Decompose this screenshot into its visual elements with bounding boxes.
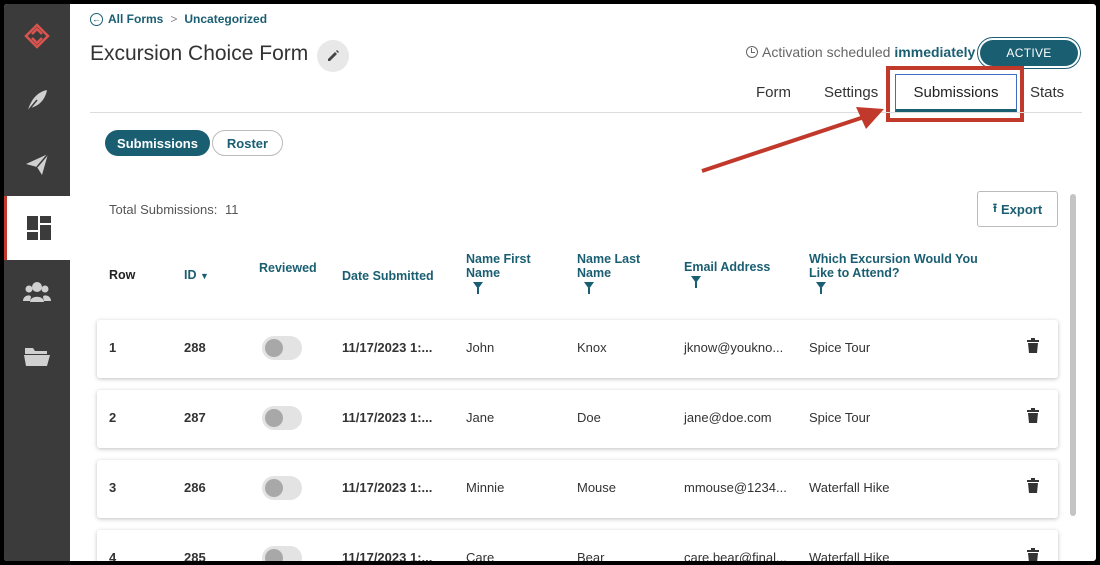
column-header-row: Row (109, 268, 136, 282)
table-row[interactable]: 4 285 11/17/2023 1:... Care Bear care.be… (97, 530, 1058, 561)
row-id: 288 (184, 340, 206, 355)
total-value: 11 (225, 202, 239, 217)
back-arrow-icon[interactable]: ← (90, 12, 103, 26)
row-excursion: Spice Tour (809, 340, 871, 355)
feather-icon[interactable] (4, 68, 70, 132)
row-number: 4 (109, 550, 117, 561)
row-id: 285 (184, 550, 206, 561)
active-status-toggle[interactable]: ACTIVE (977, 37, 1081, 69)
column-header-id[interactable]: ID ▼ (184, 268, 209, 283)
row-date: 11/17/2023 1:... (342, 410, 433, 425)
table-row[interactable]: 1 288 11/17/2023 1:... John Knox jknow@y… (97, 320, 1058, 378)
breadcrumb-current[interactable]: Uncategorized (184, 12, 267, 26)
dashboard-icon[interactable] (4, 196, 70, 260)
breadcrumb-all-forms[interactable]: All Forms (108, 12, 163, 26)
breadcrumb-separator: > (170, 12, 178, 26)
users-icon[interactable] (4, 260, 70, 324)
table-scrollbar[interactable] (1068, 190, 1078, 561)
export-label: Export (1001, 201, 1043, 217)
row-number: 1 (109, 340, 117, 355)
edit-title-button[interactable] (317, 40, 349, 72)
app-window: ← All Forms > Uncategorized Excursion Ch… (4, 4, 1096, 561)
row-id: 287 (184, 410, 206, 425)
row-email: jane@doe.com (684, 410, 772, 425)
row-date: 11/17/2023 1:... (342, 340, 433, 355)
column-header-name-last[interactable]: Name Last Name (577, 252, 667, 294)
table-row[interactable]: 3 286 11/17/2023 1:... Minnie Mouse mmou… (97, 460, 1058, 518)
row-email: mmouse@1234... (684, 480, 787, 495)
row-excursion: Spice Tour (809, 410, 871, 425)
table-row[interactable]: 2 287 11/17/2023 1:... Jane Doe jane@doe… (97, 390, 1058, 448)
row-number: 2 (109, 410, 117, 425)
tab-stats[interactable]: Stats (1030, 84, 1064, 101)
reviewed-toggle[interactable] (262, 406, 302, 430)
row-excursion: Waterfall Hike (809, 550, 890, 561)
column-header-name-last-label: Name Last Name (577, 252, 641, 280)
export-button[interactable]: ⭱ Export (977, 191, 1058, 227)
row-last-name: Doe (577, 410, 601, 425)
trash-icon[interactable] (1026, 478, 1040, 494)
column-header-name-first-label: Name First Name (466, 252, 531, 280)
row-date: 11/17/2023 1:... (342, 480, 433, 495)
trash-icon[interactable] (1026, 338, 1040, 354)
folder-icon[interactable] (4, 324, 70, 388)
column-header-excursion-label: Which Excursion Would You Like to Attend… (809, 252, 978, 280)
pencil-icon (328, 50, 339, 61)
roster-view-button[interactable]: Roster (212, 130, 283, 156)
activation-value[interactable]: immediately (894, 44, 975, 60)
total-submissions: Total Submissions: 11 (109, 202, 239, 217)
logo-icon[interactable] (4, 4, 70, 68)
column-header-id-label: ID (184, 268, 197, 282)
reviewed-toggle[interactable] (262, 336, 302, 360)
trash-icon[interactable] (1026, 548, 1040, 561)
row-first-name: John (466, 340, 495, 355)
filter-icon[interactable] (584, 282, 594, 294)
row-date: 11/17/2023 1:... (342, 550, 433, 561)
clock-icon (746, 46, 758, 58)
reviewed-toggle[interactable] (262, 476, 302, 500)
breadcrumb: ← All Forms > Uncategorized (90, 12, 267, 26)
row-last-name: Mouse (577, 480, 617, 495)
row-excursion: Waterfall Hike (809, 480, 890, 495)
total-label: Total Submissions: (109, 202, 218, 217)
trash-icon[interactable] (1026, 408, 1040, 424)
send-icon[interactable] (4, 132, 70, 196)
activation-label: Activation scheduled (762, 44, 891, 60)
row-last-name: Bear (577, 550, 605, 561)
row-first-name: Minnie (466, 480, 505, 495)
annotation-arrow (701, 107, 884, 173)
column-header-date-submitted[interactable]: Date Submitted (342, 269, 434, 283)
column-header-name-first[interactable]: Name First Name (466, 252, 556, 294)
column-header-email-label: Email Address (684, 260, 771, 274)
column-header-excursion[interactable]: Which Excursion Would You Like to Attend… (809, 252, 989, 294)
row-id: 286 (184, 480, 206, 495)
tab-highlight-annotation (886, 66, 1024, 122)
header-divider (90, 112, 1082, 113)
column-header-reviewed[interactable]: Reviewed (259, 261, 317, 275)
row-first-name: Care (466, 550, 495, 561)
active-status-label: ACTIVE (980, 40, 1078, 66)
submissions-view-button[interactable]: Submissions (105, 130, 210, 156)
reviewed-toggle[interactable] (262, 546, 302, 561)
row-number: 3 (109, 480, 117, 495)
filter-icon[interactable] (691, 276, 701, 288)
row-email: care.bear@final... (684, 550, 787, 561)
view-toggle: Submissions Roster (105, 130, 283, 156)
page-title: Excursion Choice Form (90, 42, 309, 65)
export-icon: ⭱ (992, 200, 998, 215)
column-header-email[interactable]: Email Address (684, 260, 794, 288)
filter-icon[interactable] (816, 282, 826, 294)
sort-down-icon: ▼ (199, 271, 209, 281)
activation-status: Activation scheduled immediately (746, 44, 975, 60)
sidebar (4, 4, 70, 561)
row-email: jknow@youkno... (684, 340, 784, 355)
row-first-name: Jane (466, 410, 495, 425)
scrollbar-thumb[interactable] (1070, 194, 1076, 516)
row-last-name: Knox (577, 340, 607, 355)
filter-icon[interactable] (473, 282, 483, 294)
